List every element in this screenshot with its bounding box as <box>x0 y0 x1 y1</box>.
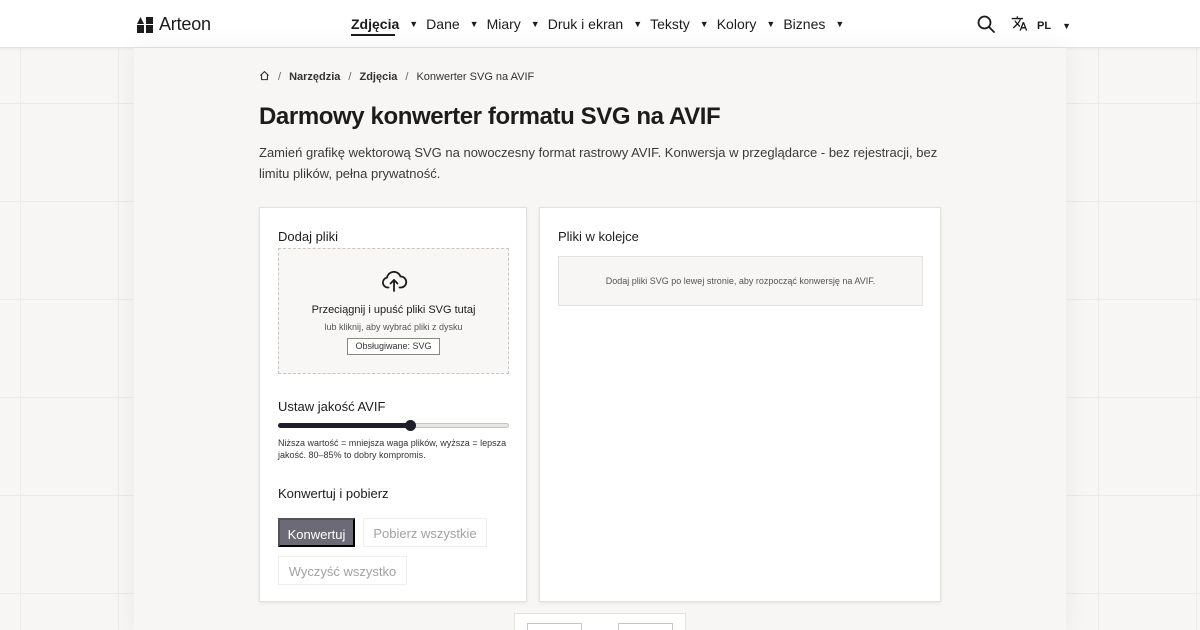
file-dropzone[interactable]: Przeciągnij i upuść pliki SVG tutaj lub … <box>278 248 509 374</box>
breadcrumb-separator: / <box>405 71 409 83</box>
clear-all-button[interactable]: Wyczyść wszystko <box>278 556 407 585</box>
menu-item-label: Miary <box>486 16 521 32</box>
top-navigation: Arteon Zdjęcia ▼ Dane ▼ Miary ▼ Druk i e… <box>0 0 1200 48</box>
home-icon[interactable] <box>259 70 270 84</box>
quality-slider[interactable] <box>278 420 509 431</box>
caret-down-icon: ▼ <box>835 19 845 29</box>
menu-item-dane[interactable]: Dane ▼ <box>426 16 486 32</box>
breadcrumb: / Narzędzia / Zdjęcia / Konwerter SVG na… <box>259 70 534 84</box>
translate-icon <box>1011 15 1028 37</box>
breadcrumb-separator: / <box>278 71 282 83</box>
actions-section-title: Konwertuj i pobierz <box>278 486 389 501</box>
menu-item-druk-i-ekran[interactable]: Druk i ekran ▼ <box>548 16 650 32</box>
language-switcher[interactable]: PL ▼ <box>1011 15 1071 37</box>
convert-button[interactable]: Konwertuj <box>278 518 355 547</box>
menu-item-label: Zdjęcia <box>351 16 400 32</box>
search-icon[interactable] <box>977 15 995 33</box>
menu-item-label: Kolory <box>716 16 757 32</box>
slider-thumb[interactable] <box>404 420 416 431</box>
bottom-panel <box>514 613 686 630</box>
language-code: PL <box>1037 20 1052 32</box>
breadcrumb-current: Konwerter SVG na AVIF <box>416 71 535 83</box>
cloud-upload-icon <box>380 267 408 295</box>
menu-item-kolory[interactable]: Kolory ▼ <box>717 16 784 32</box>
supported-formats-badge: Obsługiwane: SVG <box>347 338 440 355</box>
caret-down-icon: ▼ <box>469 19 479 29</box>
menu-item-teksty[interactable]: Teksty ▼ <box>650 16 717 32</box>
page-description: Zamień grafikę wektorową SVG na nowoczes… <box>259 145 938 181</box>
breadcrumb-separator: / <box>348 71 352 83</box>
menu-item-label: Teksty <box>650 16 690 32</box>
breadcrumb-item-zdjecia[interactable]: Zdjęcia <box>359 71 397 83</box>
caret-down-icon: ▼ <box>766 19 776 29</box>
queue-section-title: Pliki w kolejce <box>558 229 639 244</box>
breadcrumb-item-narzedzia[interactable]: Narzędzia <box>289 71 340 83</box>
caret-down-icon: ▼ <box>633 19 643 29</box>
download-all-button[interactable]: Pobierz wszystkie <box>363 518 487 547</box>
dropzone-main-text: Przeciągnij i upuść pliki SVG tutaj <box>311 304 476 316</box>
page-title: Darmowy konwerter formatu SVG na AVIF <box>259 103 721 130</box>
bottom-panel-control[interactable] <box>527 623 582 630</box>
quality-section-title: Ustaw jakość AVIF <box>278 399 386 414</box>
caret-down-icon: ▼ <box>409 19 419 29</box>
menu-item-label: Druk i ekran <box>547 16 624 32</box>
slider-fill <box>278 423 410 428</box>
menu-item-biznes[interactable]: Biznes ▼ <box>783 16 852 32</box>
logo-icon <box>137 16 153 33</box>
dropzone-sub-text: lub kliknij, aby wybrać pliki z dysku <box>324 322 463 332</box>
converter-panel: Dodaj pliki Przeciągnij i upuść pliki SV… <box>259 207 527 602</box>
main-menu: Zdjęcia ▼ Dane ▼ Miary ▼ Druk i ekran ▼ … <box>351 16 852 32</box>
upload-section-title: Dodaj pliki <box>278 229 338 244</box>
queue-empty-state: Dodaj pliki SVG po lewej stronie, aby ro… <box>558 256 923 306</box>
brand-logo[interactable]: Arteon <box>137 14 211 35</box>
caret-down-icon: ▼ <box>1062 21 1071 31</box>
brand-name: Arteon <box>159 14 211 34</box>
caret-down-icon: ▼ <box>530 19 540 29</box>
queue-panel: Pliki w kolejce Dodaj pliki SVG po lewej… <box>539 207 941 602</box>
bottom-panel-control[interactable] <box>618 623 673 630</box>
menu-item-miary[interactable]: Miary ▼ <box>487 16 548 32</box>
menu-item-label: Biznes <box>783 16 826 32</box>
menu-item-label: Dane <box>426 16 460 32</box>
caret-down-icon: ▼ <box>699 19 709 29</box>
quality-hint: Niższa wartość = mniejsza waga plików, w… <box>278 438 507 460</box>
menu-item-zdjecia[interactable]: Zdjęcia ▼ <box>351 16 426 32</box>
